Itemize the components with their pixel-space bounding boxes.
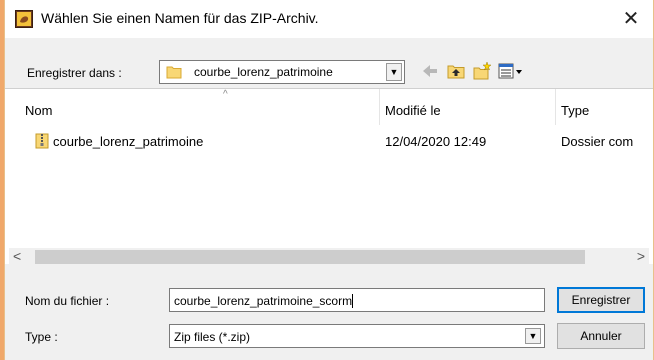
column-divider[interactable] [379,89,380,125]
filename-input[interactable]: courbe_lorenz_patrimoine_scorm [169,288,545,312]
close-icon[interactable]: ✕ [617,6,645,32]
scrollbar-thumb[interactable] [35,250,585,264]
folder-icon [166,66,182,79]
zip-folder-icon [35,133,49,149]
up-folder-icon[interactable] [445,60,467,82]
current-folder-value: courbe_lorenz_patrimoine [194,65,333,79]
sort-indicator-icon: ^ [223,89,228,100]
item-type: Dossier com [561,134,634,149]
file-list[interactable]: ^ Nom Modifié le Type courbe_lorenz_patr… [5,88,653,264]
title-bar: Wählen Sie einen Namen für das ZIP-Archi… [5,0,653,38]
save-dialog: Wählen Sie einen Namen für das ZIP-Archi… [4,0,654,360]
save-button[interactable]: Enregistrer [557,287,645,313]
back-arrow-icon[interactable] [419,60,441,82]
filename-label: Nom du fichier : [25,294,110,308]
new-folder-icon[interactable] [471,60,493,82]
scroll-left-icon[interactable]: < [13,248,21,264]
cancel-button[interactable]: Annuler [557,323,645,349]
column-divider[interactable] [555,89,556,125]
view-menu-icon[interactable] [497,60,525,82]
horizontal-scrollbar[interactable]: < > [9,248,649,266]
save-in-label: Enregistrer dans : [27,66,122,80]
list-item[interactable]: courbe_lorenz_patrimoine 12/04/2020 12:4… [5,131,653,153]
column-header-modified[interactable]: Modifié le [385,103,441,118]
item-modified: 12/04/2020 12:49 [385,134,487,149]
save-in-combobox[interactable]: courbe_lorenz_patrimoine ▼ [159,60,405,84]
chevron-down-icon[interactable]: ▼ [386,63,402,81]
type-label: Type : [25,330,58,344]
filename-value: courbe_lorenz_patrimoine_scorm [174,294,353,308]
app-icon [15,10,33,28]
file-type-value: Zip files (*.zip) [174,330,251,344]
column-header-type[interactable]: Type [561,103,589,118]
chevron-down-icon[interactable]: ▼ [525,328,541,344]
file-type-select[interactable]: Zip files (*.zip) ▼ [169,324,545,348]
text-caret [352,294,354,308]
item-name: courbe_lorenz_patrimoine [53,134,204,149]
dialog-title: Wählen Sie einen Namen für das ZIP-Archi… [41,10,319,26]
scroll-right-icon[interactable]: > [637,248,645,264]
column-header-name[interactable]: Nom [25,103,52,118]
